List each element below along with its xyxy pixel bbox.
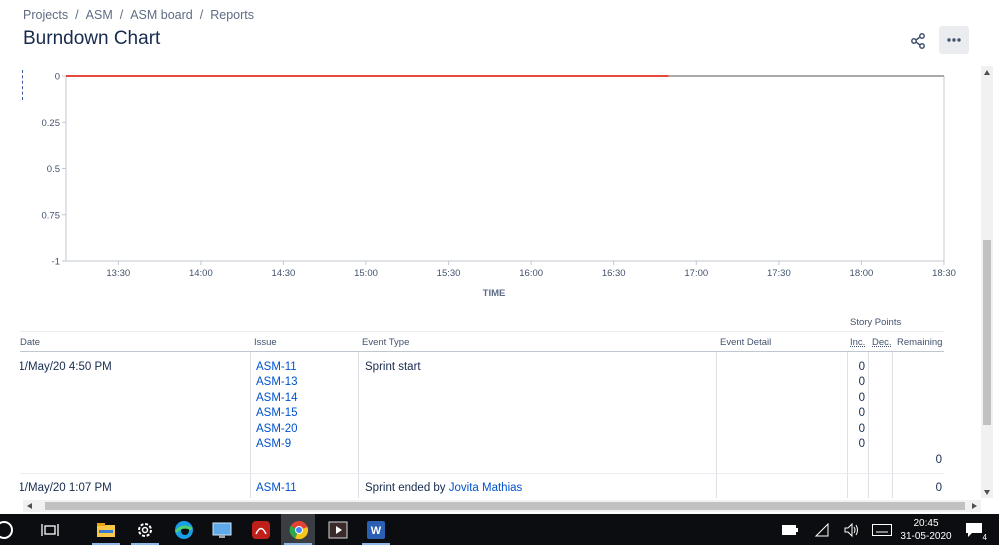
row2-issue-link[interactable]: ASM-11	[256, 482, 297, 494]
table-divider	[20, 331, 944, 332]
row-divider	[20, 473, 944, 474]
battery-icon[interactable]	[778, 518, 802, 542]
breadcrumb-asm-board[interactable]: ASM board	[130, 8, 193, 22]
row1-inc-value: 0	[858, 392, 865, 404]
col-remaining: Remaining	[897, 337, 943, 348]
row1-issue-link[interactable]: ASM-14	[256, 392, 298, 404]
more-actions-button[interactable]	[939, 26, 969, 54]
x-tick-label: 17:30	[767, 268, 791, 279]
row2-user-link[interactable]: Jovita Mathias	[449, 482, 523, 494]
row2-event-text: Sprint ended by	[365, 482, 449, 494]
vertical-scrollbar[interactable]	[981, 66, 993, 498]
more-icon	[947, 38, 961, 42]
x-tick-label: 13:30	[106, 268, 130, 279]
burndown-chart: 0 0.25 0.5 0.75 -1 13:30 14:00 14:30 15:00 15:30 1…	[42, 72, 956, 280]
row1-issue-link[interactable]: ASM-9	[256, 438, 291, 450]
col-event-type: Event Type	[362, 337, 410, 348]
clock[interactable]: 20:45 31-05-2020	[898, 517, 954, 543]
row2-date: 31/May/20 1:07 PM	[12, 482, 112, 494]
table-header-divider	[20, 351, 944, 352]
clock-time: 20:45	[913, 518, 939, 529]
col-issue: Issue	[254, 337, 277, 348]
col-event-detail: Event Detail	[720, 337, 772, 348]
notification-count: 4	[980, 533, 989, 542]
scroll-right-arrow[interactable]	[972, 503, 977, 509]
column-divider	[250, 352, 251, 498]
row1-inc-value: 0	[858, 361, 865, 373]
col-date: Date	[20, 337, 41, 348]
wifi-icon[interactable]	[810, 518, 834, 542]
x-tick-label: 18:30	[932, 268, 956, 279]
share-icon	[911, 33, 925, 49]
row1-remaining: 0	[935, 454, 942, 466]
scroll-up-arrow[interactable]	[984, 70, 990, 75]
keyboard-icon[interactable]	[870, 518, 894, 542]
clock-date: 31-05-2020	[900, 531, 952, 542]
breadcrumb-separator: /	[119, 8, 124, 22]
col-inc: Inc.	[850, 337, 866, 348]
windows-icon[interactable]	[0, 518, 16, 542]
row1-issue-link[interactable]: ASM-15	[256, 407, 298, 419]
col-dec: Dec.	[872, 337, 892, 348]
row1-inc-value: 0	[858, 407, 865, 419]
breadcrumb: Projects / ASM / ASM board / Reports	[23, 8, 254, 22]
x-axis-title: TIME	[482, 288, 506, 299]
taskbar: W 20:45 31-05-2020 4	[0, 514, 999, 545]
y-tick-label: -1	[52, 257, 60, 268]
x-tick-label: 15:00	[354, 268, 378, 279]
column-divider	[847, 352, 848, 498]
y-tick-label: 0	[55, 72, 60, 83]
left-gutter	[0, 352, 20, 502]
svg-text:W: W	[371, 525, 382, 537]
y-tick-label: 0.5	[47, 164, 60, 175]
page-title: Burndown Chart	[23, 28, 161, 49]
breadcrumb-projects[interactable]: Projects	[23, 8, 68, 22]
horizontal-scroll-thumb[interactable]	[45, 502, 965, 510]
column-divider	[716, 352, 717, 498]
x-tick-label: 18:00	[850, 268, 874, 279]
x-tick-label: 15:30	[437, 268, 461, 279]
horizontal-scrollbar[interactable]	[23, 500, 981, 512]
breadcrumb-separator: /	[199, 8, 204, 22]
computer-icon[interactable]	[210, 518, 234, 542]
row1-event-type: Sprint start	[365, 361, 421, 373]
row2-remaining: 0	[935, 482, 942, 494]
row1-issue-link[interactable]: ASM-13	[256, 376, 298, 388]
chrome-icon[interactable]	[287, 518, 311, 542]
x-tick-label: 14:00	[189, 268, 213, 279]
row1-issue-link[interactable]: ASM-20	[256, 423, 298, 435]
scroll-left-arrow[interactable]	[27, 503, 32, 509]
row1-inc-value: 0	[858, 438, 865, 450]
y-tick-label: 0.25	[42, 118, 61, 129]
media-player-icon[interactable]	[326, 518, 350, 542]
notification-icon[interactable]: 4	[962, 518, 989, 542]
row1-issue-link[interactable]: ASM-11	[256, 361, 297, 373]
settings-icon[interactable]	[133, 518, 157, 542]
breadcrumb-reports[interactable]: Reports	[210, 8, 254, 22]
breadcrumb-separator: /	[75, 8, 79, 22]
column-divider	[868, 352, 869, 498]
vertical-scroll-thumb[interactable]	[983, 240, 991, 425]
row1-inc-value: 0	[858, 423, 865, 435]
word-icon[interactable]: W	[364, 518, 388, 542]
x-tick-label: 16:30	[602, 268, 626, 279]
column-divider	[358, 352, 359, 498]
row1-date: 31/May/20 4:50 PM	[12, 361, 112, 373]
x-tick-label: 17:00	[684, 268, 708, 279]
share-button[interactable]	[905, 28, 931, 54]
x-tick-label: 16:00	[519, 268, 543, 279]
y-tick-label: 0.75	[42, 210, 61, 221]
file-explorer-icon[interactable]	[94, 518, 118, 542]
volume-icon[interactable]	[840, 518, 864, 542]
x-tick-label: 14:30	[272, 268, 296, 279]
breadcrumb-asm[interactable]: ASM	[86, 8, 113, 22]
row2-event-type: Sprint ended by Jovita Mathias	[365, 482, 522, 494]
acrobat-icon[interactable]	[249, 518, 273, 542]
task-view-icon[interactable]	[38, 518, 62, 542]
story-points-group-header: Story Points	[850, 317, 902, 328]
edge-icon[interactable]	[172, 518, 196, 542]
scroll-down-arrow[interactable]	[984, 490, 990, 495]
row1-inc-value: 0	[858, 376, 865, 388]
column-divider	[892, 352, 893, 498]
